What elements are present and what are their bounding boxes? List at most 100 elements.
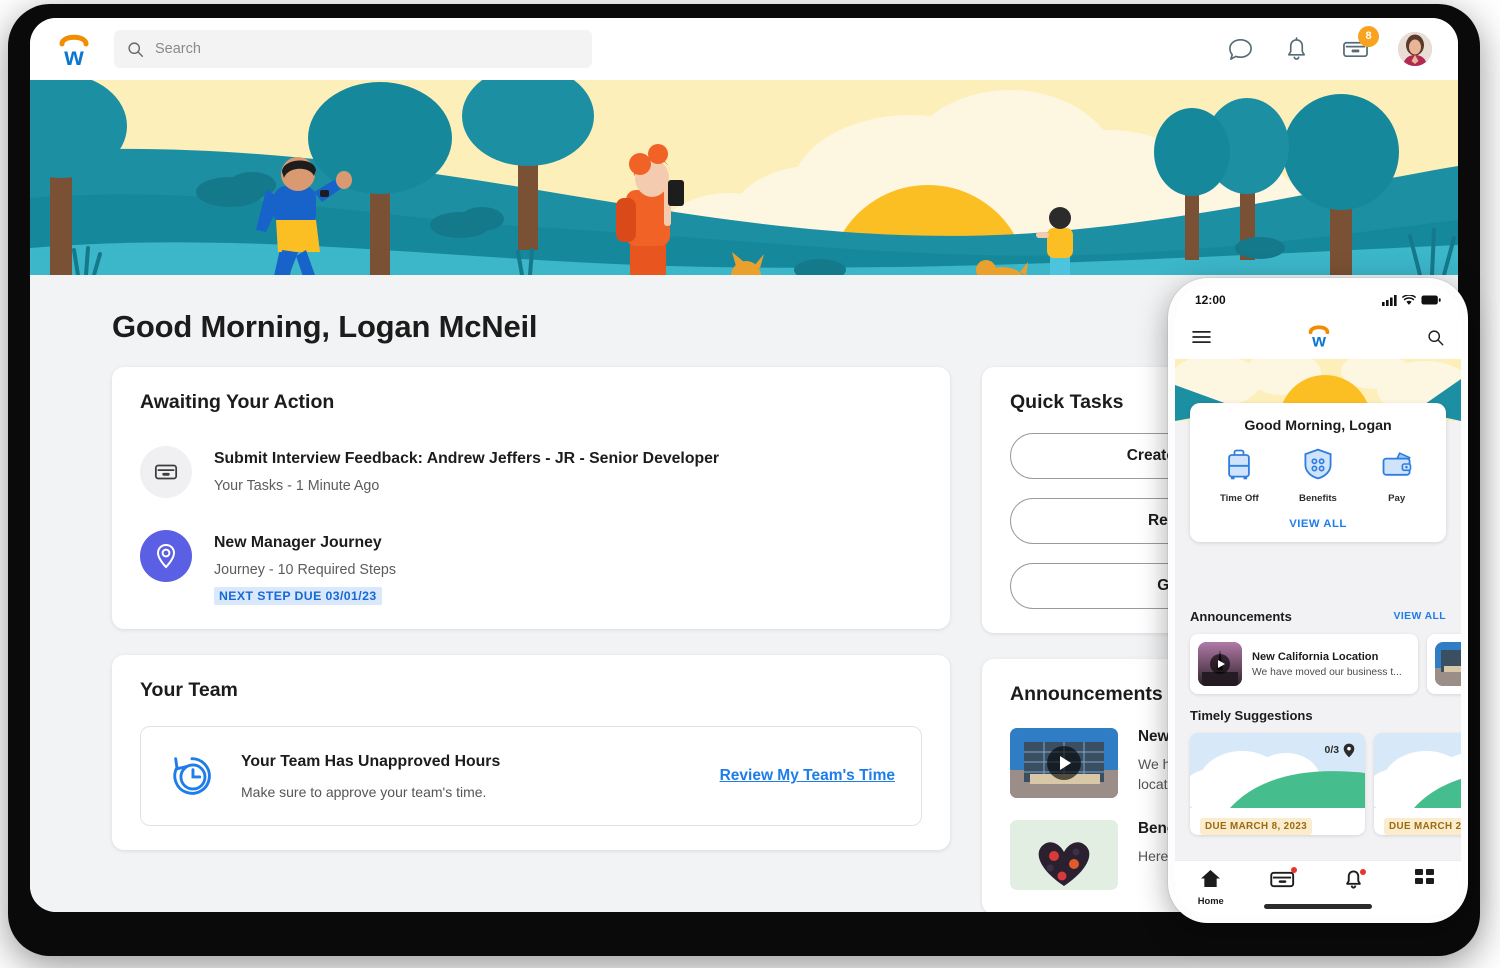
top-navigation-bar: w Search bbox=[30, 18, 1458, 80]
battery-icon bbox=[1421, 295, 1441, 305]
phone-screen: 12:00 bbox=[1175, 285, 1461, 916]
wallet-icon bbox=[1379, 446, 1415, 482]
list-item[interactable]: New California Location We have moved ou… bbox=[1190, 634, 1418, 694]
list-item[interactable]: 0/3 DUE MARCH 8, 2023 bbox=[1190, 733, 1365, 835]
status-time: 12:00 bbox=[1195, 293, 1226, 307]
inbox-icon bbox=[140, 446, 192, 498]
play-triangle-icon bbox=[1218, 660, 1225, 668]
play-triangle-icon bbox=[1060, 756, 1071, 770]
view-all-link[interactable]: VIEW ALL bbox=[1200, 518, 1436, 530]
phone-status-bar: 12:00 bbox=[1175, 285, 1461, 315]
avatar[interactable] bbox=[1398, 32, 1432, 66]
page-title: Good Morning, Logan McNeil bbox=[112, 309, 537, 345]
clock-refresh-icon bbox=[167, 751, 217, 801]
phone-greeting-card: Good Morning, Logan Time Off bbox=[1190, 403, 1446, 542]
search-icon[interactable] bbox=[1427, 329, 1444, 346]
suitcase-icon bbox=[1221, 446, 1257, 482]
quick-action-label: Time Off bbox=[1203, 493, 1275, 504]
nav-apps[interactable] bbox=[1390, 869, 1462, 894]
svg-text:w: w bbox=[1311, 330, 1326, 350]
your-team-card: Your Team Your Team Has Unapproved Hou bbox=[112, 655, 950, 850]
search-input[interactable]: Search bbox=[114, 30, 592, 68]
workday-logo[interactable]: w bbox=[1303, 320, 1335, 350]
chat-icon[interactable] bbox=[1227, 36, 1254, 63]
quick-action-label: Benefits bbox=[1282, 493, 1354, 504]
signal-icon bbox=[1382, 295, 1397, 306]
list-item-title: Submit Interview Feedback: Andrew Jeffer… bbox=[214, 450, 719, 468]
list-item-subtitle: Journey - 10 Required Steps bbox=[214, 562, 396, 578]
announcement-subtitle: We have moved our business t... bbox=[1252, 667, 1402, 678]
phone-suggestions-title: Timely Suggestions bbox=[1190, 708, 1313, 723]
phone-suggestions-section: Timely Suggestions 0/3 bbox=[1175, 708, 1461, 835]
quick-action-time-off[interactable]: Time Off bbox=[1203, 446, 1275, 504]
location-pin-icon bbox=[140, 530, 192, 582]
svg-text:w: w bbox=[63, 43, 84, 70]
nav-inbox[interactable] bbox=[1247, 869, 1319, 894]
suggestion-image: 0/3 bbox=[1190, 733, 1365, 808]
list-item[interactable]: New Manager Journey Journey - 10 Require… bbox=[140, 530, 922, 605]
phone-bottom-nav: Home bbox=[1175, 860, 1461, 916]
nav-home-label: Home bbox=[1175, 895, 1247, 906]
announcements-view-all-link[interactable]: VIEW ALL bbox=[1394, 611, 1446, 622]
play-button[interactable] bbox=[1047, 746, 1081, 780]
announcement-video-thumbnail[interactable] bbox=[1198, 642, 1242, 686]
inbox-icon[interactable]: 8 bbox=[1341, 36, 1368, 63]
announcement-title: New California Location bbox=[1252, 651, 1402, 663]
announcement-image-thumbnail[interactable] bbox=[1435, 642, 1461, 686]
home-icon bbox=[1200, 869, 1221, 888]
suggestion-progress: 0/3 bbox=[1325, 743, 1355, 758]
phone-greeting-title: Good Morning, Logan bbox=[1200, 418, 1436, 434]
list-item[interactable] bbox=[1427, 634, 1461, 694]
play-button[interactable] bbox=[1210, 654, 1230, 674]
shield-icon bbox=[1300, 446, 1336, 482]
inbox-notification-dot bbox=[1291, 867, 1297, 873]
nav-notifications[interactable] bbox=[1318, 869, 1390, 895]
location-pin-icon bbox=[1343, 743, 1355, 758]
search-icon bbox=[127, 41, 144, 58]
search-placeholder: Search bbox=[155, 41, 201, 57]
apps-grid-icon bbox=[1415, 869, 1435, 889]
list-item-subtitle: Your Tasks - 1 Minute Ago bbox=[214, 478, 719, 494]
list-item[interactable]: DUE MARCH 22, bbox=[1374, 733, 1461, 835]
bell-notification-dot bbox=[1360, 869, 1366, 875]
team-alert-title: Your Team Has Unapproved Hours bbox=[241, 753, 500, 771]
team-alert-row[interactable]: Your Team Has Unapproved Hours Make sure… bbox=[140, 726, 922, 826]
phone-suggestion-list: 0/3 DUE MARCH 8, 2023 bbox=[1190, 733, 1446, 835]
hamburger-menu-icon[interactable] bbox=[1192, 330, 1211, 344]
announcement-image-thumbnail[interactable] bbox=[1010, 820, 1118, 890]
announcement-video-thumbnail[interactable] bbox=[1010, 728, 1118, 798]
phone-announcement-list: New California Location We have moved ou… bbox=[1190, 634, 1446, 694]
workday-logo[interactable]: w bbox=[52, 28, 96, 70]
list-item-title: New Manager Journey bbox=[214, 534, 396, 552]
suggestion-count-text: 0/3 bbox=[1325, 745, 1339, 756]
quick-action-pay[interactable]: Pay bbox=[1361, 446, 1433, 504]
suggestion-due-badge: DUE MARCH 22, bbox=[1384, 818, 1461, 835]
bell-icon[interactable] bbox=[1284, 36, 1311, 63]
phone-announcements-title: Announcements bbox=[1190, 609, 1292, 624]
awaiting-title: Awaiting Your Action bbox=[140, 391, 922, 414]
suggestion-image bbox=[1374, 733, 1461, 808]
list-item[interactable]: Submit Interview Feedback: Andrew Jeffer… bbox=[140, 446, 922, 498]
phone-suggestions-header: Timely Suggestions bbox=[1190, 708, 1446, 723]
topbar-icon-group: 8 bbox=[1227, 32, 1432, 66]
status-badge: NEXT STEP DUE 03/01/23 bbox=[214, 587, 382, 605]
hero-illustration bbox=[30, 80, 1458, 275]
phone-header: w bbox=[1175, 315, 1461, 359]
left-column: Awaiting Your Action Submit Interview Fe… bbox=[112, 367, 950, 912]
phone-quick-actions: Time Off Benefits Pay bbox=[1200, 446, 1436, 504]
wifi-icon bbox=[1402, 295, 1416, 306]
team-title: Your Team bbox=[140, 679, 922, 702]
phone-announcements-section: Announcements VIEW ALL bbox=[1175, 609, 1461, 694]
phone-device-frame: 12:00 bbox=[1168, 278, 1468, 923]
suggestion-due-badge: DUE MARCH 8, 2023 bbox=[1200, 818, 1312, 835]
quick-action-benefits[interactable]: Benefits bbox=[1282, 446, 1354, 504]
status-indicators bbox=[1382, 295, 1441, 306]
phone-announcements-header: Announcements VIEW ALL bbox=[1190, 609, 1446, 624]
review-team-time-link[interactable]: Review My Team's Time bbox=[720, 767, 895, 785]
team-alert-subtitle: Make sure to approve your team's time. bbox=[241, 784, 500, 800]
inbox-badge-count: 8 bbox=[1358, 26, 1379, 47]
quick-action-label: Pay bbox=[1361, 493, 1433, 504]
home-indicator-bar bbox=[1264, 904, 1372, 909]
nav-home[interactable]: Home bbox=[1175, 869, 1247, 906]
awaiting-your-action-card: Awaiting Your Action Submit Interview Fe… bbox=[112, 367, 950, 629]
